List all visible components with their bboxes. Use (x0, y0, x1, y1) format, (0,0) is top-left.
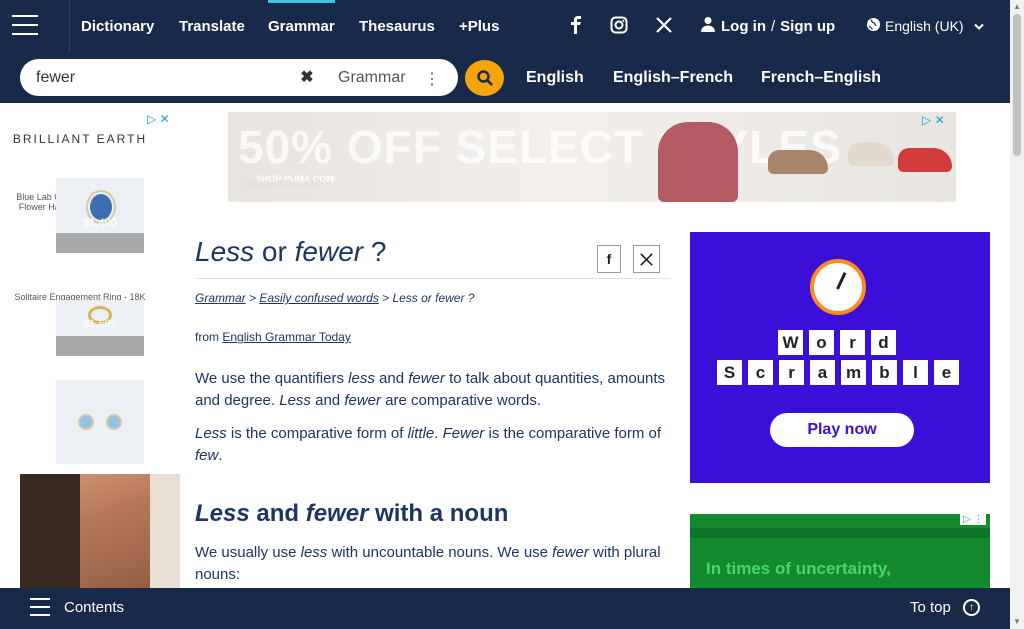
adchoices-icon[interactable]: ▷ ✕ (147, 112, 170, 126)
tab-english-french[interactable]: English–French (613, 52, 733, 103)
word-scramble-advertisement[interactable]: Word Scramble Play now (690, 232, 990, 483)
shoe-image (768, 150, 828, 174)
stopwatch-icon (810, 259, 866, 315)
separator: / (771, 17, 776, 35)
nav-plus[interactable]: +Plus (459, 0, 499, 52)
to-top-button[interactable]: To top (910, 599, 951, 616)
page-title: Less or fewer ? (195, 236, 387, 267)
x-icon[interactable] (654, 15, 674, 35)
clear-icon[interactable]: ✖ (296, 65, 318, 89)
search-input[interactable] (36, 65, 296, 90)
more-options-icon: ⋮ (424, 71, 440, 88)
user-icon (700, 16, 716, 36)
adchoices-icon[interactable]: ▷ ⋮ (960, 514, 987, 525)
contents-button[interactable]: Contents (64, 599, 124, 616)
ad-brand: BRILLIANT EARTH (12, 132, 148, 146)
model-photo (20, 474, 180, 594)
paragraph-1: We use the quantifiers less and fewer to… (195, 370, 666, 409)
breadcrumb-easily-confused[interactable]: Easily confused words (259, 291, 378, 305)
nav-translate[interactable]: Translate (179, 0, 245, 52)
share-facebook-icon[interactable]: f (597, 245, 621, 273)
shoe-image (898, 148, 952, 172)
login-link[interactable]: Log in (721, 18, 766, 35)
section-heading: Less and fewer with a noun (195, 500, 509, 527)
hoodie-image (658, 122, 738, 202)
chevron-down-icon (973, 18, 984, 34)
breadcrumb-grammar[interactable]: Grammar (195, 291, 246, 305)
ad-text: In times of uncertainty, (706, 559, 891, 578)
banner-note: EXCLUSIONS APPLY (243, 179, 332, 189)
scroll-down-icon[interactable]: ▼ (1011, 617, 1023, 627)
breadcrumb: Grammar > Easily confused words > Less o… (195, 291, 475, 305)
top-navigation: Dictionary Translate Grammar Thesaurus +… (0, 0, 1010, 52)
tab-french-english[interactable]: French–English (761, 52, 881, 103)
banner-advertisement[interactable]: 50% OFF SELECT STYLES SHOP PUMA.COM EXCL… (228, 112, 956, 202)
word-tiles: Word (778, 330, 896, 355)
language-selector[interactable]: English (UK) (866, 0, 984, 52)
ad-product-price: $1,695 (83, 318, 117, 330)
price-bar (56, 233, 144, 253)
share-x-icon[interactable] (633, 245, 660, 273)
menu-icon[interactable] (10, 12, 40, 38)
language-label: English (UK) (885, 18, 964, 34)
title-divider (195, 278, 670, 279)
contents-menu-icon[interactable] (30, 598, 50, 616)
scramble-tiles: Scramble (717, 360, 959, 385)
arrow-up-icon[interactable]: ↑ (963, 599, 980, 616)
paragraph-3: We usually use less with uncountable nou… (195, 544, 661, 583)
search-box: ✖ Grammar ⋮ (20, 59, 458, 96)
nav-grammar[interactable]: Grammar (268, 0, 335, 52)
nav-divider (69, 0, 70, 52)
shoe-image (848, 142, 894, 166)
facebook-icon[interactable] (566, 15, 586, 35)
adchoices-icon[interactable]: ▷ ✕ (922, 113, 945, 127)
ad-product-price: $1,400 (83, 217, 117, 229)
globe-icon (866, 17, 881, 35)
search-button[interactable] (465, 60, 504, 96)
bottom-bar: Contents To top ↑ (0, 588, 1010, 629)
source-link[interactable]: English Grammar Today (222, 330, 351, 344)
tab-english[interactable]: English (526, 52, 584, 103)
search-bar: ✖ Grammar ⋮ English English–French Frenc… (0, 52, 1010, 103)
search-icon (476, 70, 493, 86)
scrollbar-thumb[interactable] (1013, 14, 1021, 156)
account-links: Log in / Sign up (700, 0, 835, 52)
nav-thesaurus[interactable]: Thesaurus (359, 0, 435, 52)
dictionary-label: Grammar (338, 69, 406, 86)
earrings-image (56, 380, 144, 464)
nav-dictionary[interactable]: Dictionary (81, 0, 154, 52)
dictionary-selector[interactable]: Grammar ⋮ (320, 63, 450, 93)
banner-headline: 50% OFF SELECT STYLES (238, 121, 842, 173)
paragraph-2: Less is the comparative form of little. … (195, 425, 662, 464)
play-now-button[interactable]: Play now (770, 413, 914, 447)
price-bar (56, 336, 144, 356)
scroll-up-icon[interactable]: ▲ (1011, 2, 1023, 12)
source-line: from English Grammar Today (195, 330, 351, 344)
breadcrumb-current: Less or fewer ? (392, 291, 475, 305)
signup-link[interactable]: Sign up (780, 18, 835, 35)
instagram-icon[interactable] (609, 15, 629, 35)
